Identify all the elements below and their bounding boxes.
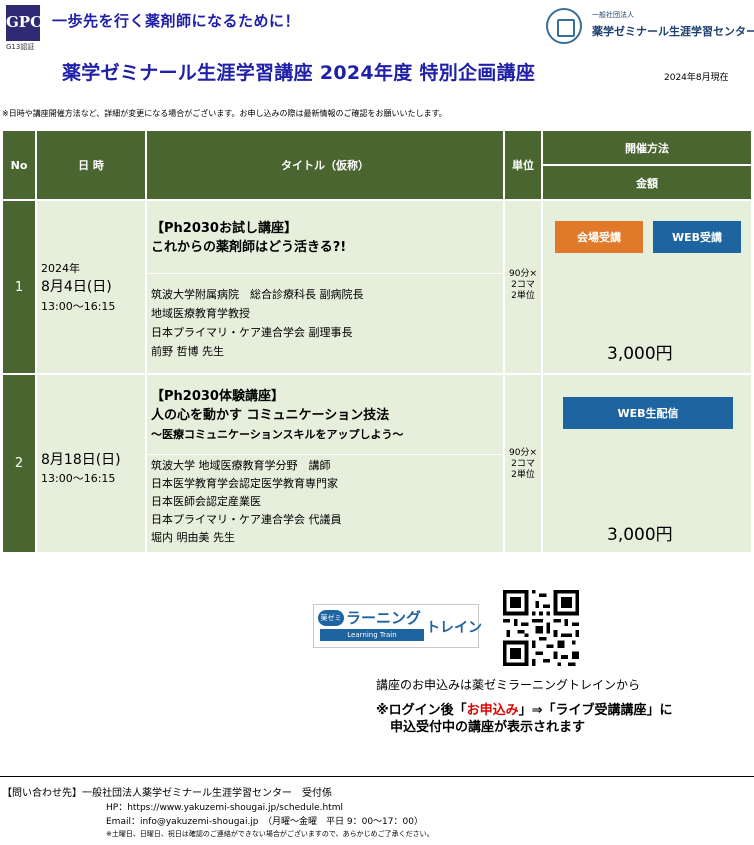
center-org-type: 一般社団法人 xyxy=(592,11,634,19)
row-2-affiliation-1: 筑波大学 地域医療教育学分野 講師 xyxy=(151,459,331,472)
row-2-no: 2 xyxy=(3,375,35,552)
train-label: トレイン xyxy=(426,620,482,636)
row-2-title-cell: 【Ph2030体験講座】 人の心を動かす コミュニケーション技法 ～医療コミュニ… xyxy=(147,375,503,552)
web-attend-button[interactable]: WEB受講 xyxy=(653,221,741,253)
tagline: 一歩先を行く薬剤師になるために！ xyxy=(52,12,301,30)
venue-attend-button[interactable]: 会場受講 xyxy=(555,221,643,253)
gpc-certification-label: G13認証 xyxy=(6,43,35,51)
row-2-subtitle: ～医療コミュニケーションスキルをアップしよう～ xyxy=(151,428,404,441)
learning-train-label: Learning Train xyxy=(320,629,424,641)
row-1-unit-sessions: 2コマ xyxy=(511,280,535,290)
row-2-unit: 90分× 2コマ 2単位 xyxy=(505,448,541,481)
center-name: 薬学ゼミナール生涯学習センター xyxy=(592,25,754,38)
center-emblem-icon xyxy=(546,8,582,44)
row-1-year: 2024年 xyxy=(41,262,80,275)
page-title: 薬学ゼミナール生涯学習講座 2024年度 特別企画講座 xyxy=(62,62,536,84)
row-1-affiliation-2: 地域医療教育学教授 xyxy=(151,307,250,320)
row-1-series: 【Ph2030お試し講座】 xyxy=(151,221,297,236)
contact-email[interactable]: Email：info@yakuzemi-shougai.jp （月曜～金曜 平日… xyxy=(106,814,423,827)
header-fee: 金額 xyxy=(543,166,751,199)
row-2-divider xyxy=(147,454,503,455)
center-logo: 一般社団法人 薬学ゼミナール生涯学習センター xyxy=(544,6,754,46)
row-2-date: 8月18日(日) xyxy=(41,452,121,468)
row-2-affiliation-3: 日本医師会認定産業医 xyxy=(151,495,261,508)
qr-code-icon[interactable] xyxy=(503,590,579,666)
row-2-method-cell: WEB生配信 3,000円 xyxy=(543,375,751,552)
web-live-button[interactable]: WEB生配信 xyxy=(563,397,733,429)
row-1-date: 8月4日(日) xyxy=(41,279,112,295)
login-instruction-line2: 申込受付中の講座が表示されます xyxy=(390,720,586,735)
learning-train-logo[interactable]: 薬ゼミ ラーニング Learning Train トレイン xyxy=(313,604,482,648)
row-1-affiliation-1: 筑波大学附属病院 総合診療科長 副病院長 xyxy=(151,288,364,301)
header-title: タイトル（仮称） xyxy=(147,131,503,199)
contact-title: 【問い合わせ先】一般社団法人薬学ゼミナール生涯学習センター 受付係 xyxy=(2,788,332,799)
yakuzemi-badge: 薬ゼミ xyxy=(318,610,344,626)
row-2-series: 【Ph2030体験講座】 xyxy=(151,389,284,404)
apply-instruction: 講座のお申込みは薬ゼミラーニングトレインから xyxy=(376,678,641,692)
row-2-unit-minutes: 90分× xyxy=(509,448,537,458)
header-unit: 単位 xyxy=(505,131,541,199)
row-1-time: 13:00～16:15 xyxy=(41,300,116,313)
row-1-price: 3,000円 xyxy=(607,344,673,364)
as-of-date: 2024年8月現在 xyxy=(664,73,729,83)
row-1-title: これからの薬剤師はどう活きる?! xyxy=(151,240,347,255)
row-1-affiliation-3: 日本プライマリ・ケア連合学会 副理事長 xyxy=(151,326,353,339)
row-2-unit-sessions: 2コマ xyxy=(511,459,535,469)
row-1-unit-credits: 2単位 xyxy=(511,291,535,301)
contact-website[interactable]: HP：https://www.yakuzemi-shougai.jp/sched… xyxy=(106,800,343,813)
row-1-date-cell: 2024年 8月4日(日) 13:00～16:15 xyxy=(37,201,145,373)
row-1-lecturer: 前野 哲博 先生 xyxy=(151,345,224,358)
row-1-no: 1 xyxy=(3,201,35,373)
row-1-method-cell: 会場受講 WEB受講 3,000円 xyxy=(543,201,751,373)
row-2-affiliation-4: 日本プライマリ・ケア連合学会 代議員 xyxy=(151,513,342,526)
gpc-logo: GPC xyxy=(6,5,42,41)
row-2-date-cell: 8月18日(日) 13:00～16:15 xyxy=(37,375,145,552)
row-2-affiliation-2: 日本医学教育学会認定医学教育専門家 xyxy=(151,477,338,490)
schedule-table: No 日 時 タイトル（仮称） 単位 開催方法 金額 1 2024年 8月4日(… xyxy=(3,131,751,552)
row-1-unit-cell: 90分× 2コマ 2単位 xyxy=(505,201,541,373)
header-date: 日 時 xyxy=(37,131,145,199)
row-1-unit-minutes: 90分× xyxy=(509,269,537,279)
contact-note: ※土曜日、日曜日、祝日は確認のご連絡ができない場合がございますので、あらかじめご… xyxy=(106,830,434,838)
learning-label: ラーニング xyxy=(346,609,422,627)
row-2-price: 3,000円 xyxy=(607,525,673,545)
row-2-time: 13:00～16:15 xyxy=(41,472,116,485)
row-2-lecturer: 堀内 明由美 先生 xyxy=(151,531,235,544)
header-no: No xyxy=(3,131,35,199)
row-2-unit-cell: 90分× 2コマ 2単位 xyxy=(505,375,541,552)
footer-divider xyxy=(0,776,754,777)
row-2-unit-credits: 2単位 xyxy=(511,470,535,480)
row-1-unit: 90分× 2コマ 2単位 xyxy=(505,269,541,302)
row-1-title-cell: 【Ph2030お試し講座】 これからの薬剤師はどう活きる?! 筑波大学附属病院 … xyxy=(147,201,503,373)
header-method: 開催方法 xyxy=(543,131,751,164)
change-notice: ※日時や講座開催方法など、詳細が変更になる場合がございます。お申し込みの際は最新… xyxy=(2,109,447,118)
row-1-divider xyxy=(147,273,503,274)
row-2-title: 人の心を動かす コミュニケーション技法 xyxy=(151,408,390,423)
